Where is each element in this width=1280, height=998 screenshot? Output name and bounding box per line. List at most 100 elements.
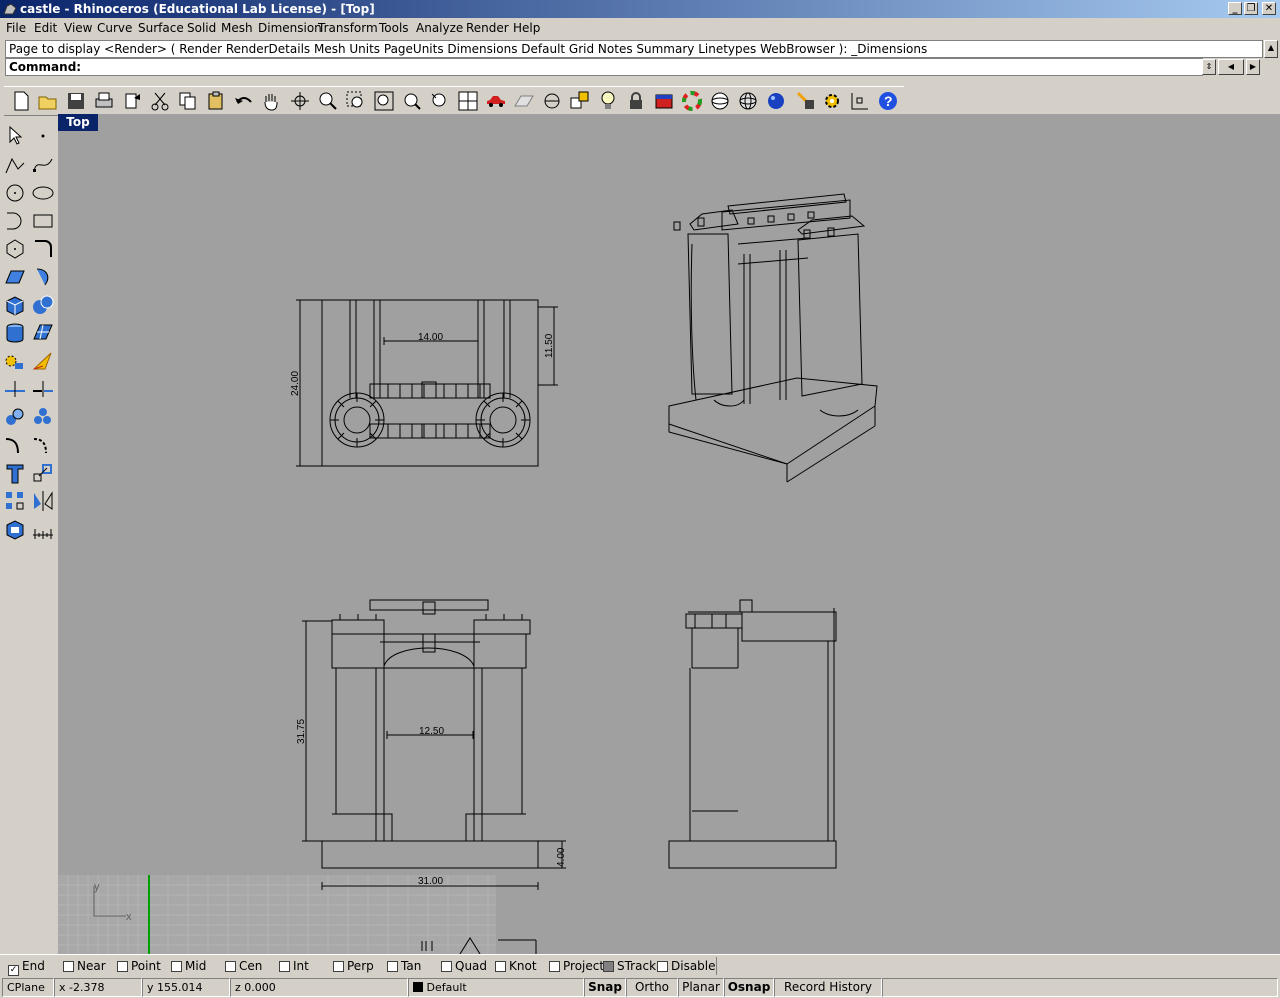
zoom-extents-icon[interactable]	[373, 90, 395, 112]
minimize-button[interactable]: _	[1228, 2, 1242, 15]
car-icon[interactable]	[485, 90, 507, 112]
dimension-icon[interactable]	[31, 517, 55, 541]
four-viewports-icon[interactable]	[457, 90, 479, 112]
zoom-selected-icon[interactable]	[401, 90, 423, 112]
blend-icon[interactable]	[31, 433, 55, 457]
rotate-view-icon[interactable]	[289, 90, 311, 112]
mesh-sphere-icon[interactable]	[737, 90, 759, 112]
status-layer[interactable]: Default	[408, 978, 584, 997]
close-button[interactable]: ✕	[1262, 2, 1276, 15]
osnap-strack[interactable]: STrack	[603, 959, 656, 973]
ortho-toggle[interactable]: Ortho	[626, 978, 678, 997]
zoom-icon[interactable]	[317, 90, 339, 112]
new-icon[interactable]	[10, 90, 32, 112]
record-history-toggle[interactable]: Record History	[774, 978, 882, 997]
osnap-end[interactable]: ✓ End	[8, 959, 45, 976]
osnap-mid-checkbox[interactable]	[171, 961, 182, 972]
menu-dimension[interactable]: Dimension	[258, 21, 322, 35]
scroll-left-button[interactable]: ◀	[1218, 59, 1244, 75]
zoom-window-icon[interactable]	[345, 90, 367, 112]
box-icon[interactable]	[3, 293, 27, 317]
fillet-curve-icon[interactable]	[31, 237, 55, 261]
osnap-near-checkbox[interactable]	[63, 961, 74, 972]
revolve-icon[interactable]	[31, 265, 55, 289]
cut-icon[interactable]	[149, 90, 171, 112]
rectangle-icon[interactable]	[31, 209, 55, 233]
circle-icon[interactable]	[3, 181, 27, 205]
undo-view-icon[interactable]	[429, 90, 451, 112]
osnap-near[interactable]: Near	[63, 959, 106, 973]
explode-icon[interactable]	[3, 349, 27, 373]
osnap-strack-checkbox[interactable]	[603, 961, 614, 972]
menu-file[interactable]: File	[6, 21, 26, 35]
polygon-icon[interactable]	[3, 237, 27, 261]
osnap-disable[interactable]: Disable	[657, 959, 716, 973]
open-icon[interactable]	[37, 90, 59, 112]
planar-toggle[interactable]: Planar	[678, 978, 724, 997]
menu-edit[interactable]: Edit	[34, 21, 57, 35]
join-icon[interactable]	[31, 405, 55, 429]
osnap-perp-checkbox[interactable]	[333, 961, 344, 972]
render-sphere-icon[interactable]	[765, 90, 787, 112]
menu-help[interactable]: Help	[513, 21, 540, 35]
scroll-right-button[interactable]: ▶	[1246, 59, 1260, 75]
render-icon[interactable]	[795, 90, 817, 112]
export-icon[interactable]	[122, 90, 144, 112]
select-arrow-icon[interactable]	[3, 124, 27, 148]
osnap-knot-checkbox[interactable]	[495, 961, 506, 972]
menu-surface[interactable]: Surface	[138, 21, 184, 35]
osnap-project-checkbox[interactable]	[549, 961, 560, 972]
curve-icon[interactable]	[31, 153, 55, 177]
command-line[interactable]: Command:	[5, 58, 1203, 76]
restore-button[interactable]: ❐	[1244, 2, 1258, 15]
undo-icon[interactable]	[233, 90, 255, 112]
osnap-perp[interactable]: Perp	[333, 959, 374, 973]
point-icon[interactable]	[31, 124, 55, 148]
boolean-icon[interactable]	[31, 349, 55, 373]
osnap-mid[interactable]: Mid	[171, 959, 206, 973]
grid-icon[interactable]	[513, 90, 535, 112]
sphere-icon[interactable]	[31, 293, 55, 317]
surface-icon[interactable]	[3, 265, 27, 289]
osnap-disable-checkbox[interactable]	[657, 961, 668, 972]
history-scroll-up-button[interactable]: ▲	[1264, 40, 1278, 58]
print-icon[interactable]	[93, 90, 115, 112]
menu-view[interactable]: View	[64, 21, 92, 35]
block-icon[interactable]	[3, 517, 27, 541]
properties-icon[interactable]	[653, 90, 675, 112]
osnap-int[interactable]: Int	[279, 959, 309, 973]
light-icon[interactable]	[597, 90, 619, 112]
arc-icon[interactable]	[3, 209, 27, 233]
osnap-point-checkbox[interactable]	[117, 961, 128, 972]
scale-icon[interactable]	[31, 461, 55, 485]
snap-toggle[interactable]: Snap	[584, 978, 626, 997]
pan-icon[interactable]	[260, 90, 282, 112]
menu-curve[interactable]: Curve	[97, 21, 132, 35]
lock-icon[interactable]	[625, 90, 647, 112]
osnap-tan-checkbox[interactable]	[387, 961, 398, 972]
status-cplane[interactable]: CPlane	[2, 978, 54, 997]
plane-icon[interactable]	[31, 321, 55, 345]
osnap-cen-checkbox[interactable]	[225, 961, 236, 972]
osnap-int-checkbox[interactable]	[279, 961, 290, 972]
osnap-quad[interactable]: Quad	[441, 959, 487, 973]
osnap-quad-checkbox[interactable]	[441, 961, 452, 972]
osnap-point[interactable]: Point	[117, 959, 161, 973]
text-icon[interactable]	[3, 461, 27, 485]
menu-solid[interactable]: Solid	[187, 21, 216, 35]
color-wheel-icon[interactable]	[681, 90, 703, 112]
command-spin-button[interactable]: ⇕	[1202, 59, 1216, 75]
menu-tools[interactable]: Tools	[379, 21, 409, 35]
menu-mesh[interactable]: Mesh	[221, 21, 253, 35]
osnap-icon[interactable]	[849, 90, 871, 112]
offset-icon[interactable]	[3, 433, 27, 457]
osnap-tan[interactable]: Tan	[387, 959, 421, 973]
polyline-icon[interactable]	[3, 153, 27, 177]
copy-icon[interactable]	[177, 90, 199, 112]
menu-transform[interactable]: Transform	[318, 21, 378, 35]
osnap-knot[interactable]: Knot	[495, 959, 537, 973]
ellipse-icon[interactable]	[31, 181, 55, 205]
wireframe-sphere-icon[interactable]	[709, 90, 731, 112]
paste-icon[interactable]	[205, 90, 227, 112]
save-icon[interactable]	[65, 90, 87, 112]
